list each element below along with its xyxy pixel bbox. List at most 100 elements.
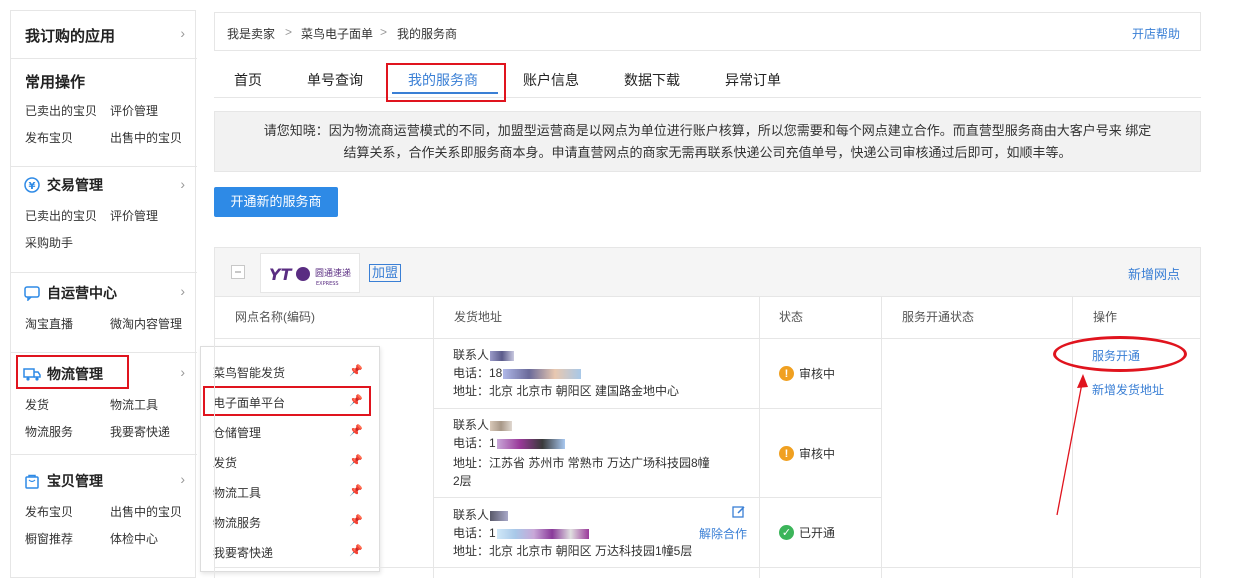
sidebar-link-reviews[interactable]: 评价管理 — [110, 102, 158, 119]
divider — [881, 297, 882, 578]
chevron-right-icon[interactable]: › — [180, 364, 185, 380]
goods-title[interactable]: 宝贝管理 — [23, 471, 103, 491]
col-header-address: 发货地址 — [454, 310, 503, 324]
purchased-apps-section[interactable]: 我订购的应用 › — [11, 11, 197, 59]
tab-home[interactable]: 首页 — [234, 70, 262, 90]
address-detail-cont: 2层 — [453, 474, 472, 488]
purchased-apps-title[interactable]: 我订购的应用 — [25, 25, 115, 46]
status-badge: ! 审核中 — [779, 445, 835, 462]
chevron-right-icon[interactable]: › — [180, 283, 185, 299]
annotation-box-tab — [386, 63, 506, 102]
col-header-status: 状态 — [779, 310, 804, 324]
status-badge: ! 审核中 — [779, 365, 835, 382]
chevron-right-icon[interactable]: › — [180, 471, 185, 487]
common-ops-title: 常用操作 — [25, 74, 86, 91]
tab-abnormal-orders[interactable]: 异常订单 — [725, 70, 781, 90]
redacted-mark — [503, 368, 582, 379]
address-detail: 地址：江苏省 苏州市 常熟市 万达广场科技园8幢 — [453, 456, 710, 470]
status-label: 已开通 — [799, 526, 836, 540]
divider — [433, 408, 882, 409]
breadcrumb-item-seller[interactable]: 我是卖家 — [227, 25, 275, 42]
sidebar-link-window[interactable]: 橱窗推荐 — [25, 530, 73, 547]
sidebar-link-send-express[interactable]: 我要寄快递 — [110, 423, 170, 440]
self-op-section: 自运营中心 › 淘宝直播 微淘内容管理 — [11, 273, 197, 353]
yto-logo: YT 圆通速递 EXPRESS — [260, 253, 360, 293]
warning-icon: ! — [779, 366, 794, 381]
sidebar-link-publish[interactable]: 发布宝贝 — [25, 129, 73, 146]
status-label: 审核中 — [799, 367, 836, 381]
tab-data-download[interactable]: 数据下载 — [624, 70, 680, 90]
annotation-ellipse — [1053, 336, 1187, 372]
sidebar-link-sold-items[interactable]: 已卖出的宝贝 — [25, 102, 97, 119]
redacted-mark — [496, 528, 589, 539]
col-header-actions: 操作 — [1093, 310, 1118, 324]
tab-account-info[interactable]: 账户信息 — [523, 70, 579, 90]
redacted-mark — [490, 420, 513, 431]
redacted-mark — [496, 438, 565, 449]
sidebar-link-sold-items[interactable]: 已卖出的宝贝 — [25, 207, 97, 224]
warning-icon: ! — [779, 446, 794, 461]
common-ops-section: 常用操作 已卖出的宝贝 评价管理 发布宝贝 出售中的宝贝 — [11, 59, 197, 167]
address-contact: 联系人 — [453, 346, 515, 364]
open-new-provider-button[interactable]: 开通新的服务商 — [214, 187, 338, 217]
tab-tracking-query[interactable]: 单号查询 — [307, 70, 363, 90]
address-phone: 电话：1 — [453, 434, 565, 452]
trade-title[interactable]: ¥ 交易管理 — [23, 175, 103, 195]
check-icon: ✓ — [779, 525, 794, 540]
provider-header: YT 圆通速递 EXPRESS 加盟 新增网点 — [214, 247, 1201, 297]
status-badge: ✓ 已开通 — [779, 524, 835, 541]
franchise-tag: 加盟 — [369, 264, 402, 282]
self-op-title-label: 自运营中心 — [47, 285, 117, 301]
logo-text: 圆通速递 — [315, 267, 351, 279]
chat-icon — [23, 284, 41, 302]
divider — [759, 297, 760, 578]
notice-line-2: 结算关系，合作关系即服务商本身。申请直营网点的商家无需再联系快递公司充值单号，快… — [343, 145, 1072, 160]
breadcrumb-separator: > — [380, 25, 388, 39]
goods-title-label: 宝贝管理 — [47, 473, 103, 489]
logo-sub: EXPRESS — [316, 281, 339, 287]
bag-icon — [23, 472, 41, 490]
breadcrumb-item-waybill[interactable]: 菜鸟电子面单 — [301, 25, 373, 42]
sidebar-link-reviews[interactable]: 评价管理 — [110, 207, 158, 224]
add-outlet-link[interactable]: 新增网点 — [1128, 264, 1180, 283]
breadcrumb-separator: > — [285, 25, 293, 39]
cancel-cooperation-link[interactable]: 解除合作 — [699, 525, 747, 542]
sidebar-link-on-sale[interactable]: 出售中的宝贝 — [110, 503, 182, 520]
logo-mark: YT — [269, 265, 293, 284]
svg-text:¥: ¥ — [29, 181, 36, 192]
divider — [215, 338, 1200, 339]
shop-help-link[interactable]: 开店帮助 — [1132, 25, 1180, 42]
tab-bar: 首页 单号查询 我的服务商 账户信息 数据下载 异常订单 — [214, 64, 1201, 98]
address-detail: 地址：北京 北京市 朝阳区 建国路金地中心 — [453, 384, 680, 398]
col-header-outlet: 网点名称(编码) — [235, 310, 315, 324]
notice-box: 请您知晓：因为物流商运营模式的不同，加盟型运营商是以网点为单位进行账户核算，所以… — [214, 111, 1201, 172]
sidebar-link-weitao[interactable]: 微淘内容管理 — [110, 315, 182, 332]
breadcrumb-item-providers: 我的服务商 — [397, 27, 458, 41]
status-label: 审核中 — [799, 447, 836, 461]
chevron-right-icon[interactable]: › — [180, 176, 185, 192]
chevron-right-icon[interactable]: › — [180, 25, 185, 41]
notice-line-1: 请您知晓：因为物流商运营模式的不同，加盟型运营商是以网点为单位进行账户核算，所以… — [263, 123, 1152, 138]
address-phone: 电话：18 — [453, 364, 582, 382]
sidebar-link-live[interactable]: 淘宝直播 — [25, 315, 73, 332]
collapse-checkbox[interactable] — [231, 265, 245, 279]
sidebar-link-ship[interactable]: 发货 — [25, 396, 49, 413]
sidebar-link-purchase-assistant[interactable]: 采购助手 — [25, 234, 73, 251]
edit-icon[interactable] — [732, 505, 746, 522]
sidebar-link-publish[interactable]: 发布宝贝 — [25, 503, 73, 520]
sidebar-link-logistics-service[interactable]: 物流服务 — [25, 423, 73, 440]
sidebar: 我订购的应用 › 常用操作 已卖出的宝贝 评价管理 发布宝贝 出售中的宝贝 ¥ … — [10, 10, 197, 578]
sidebar-link-checkup[interactable]: 体检中心 — [110, 530, 158, 547]
sidebar-link-logistics-tools[interactable]: 物流工具 — [110, 396, 158, 413]
divider — [433, 297, 434, 578]
trade-section: ¥ 交易管理 › 已卖出的宝贝 评价管理 采购助手 — [11, 167, 197, 273]
address-contact: 联系人 — [453, 506, 509, 524]
breadcrumb: 我是卖家 > 菜鸟电子面单 > 我的服务商 开店帮助 — [214, 12, 1201, 51]
goods-section: 宝贝管理 › 发布宝贝 出售中的宝贝 橱窗推荐 体检中心 — [11, 455, 197, 565]
self-op-title[interactable]: 自运营中心 — [23, 283, 117, 303]
trade-title-label: 交易管理 — [47, 177, 103, 193]
trade-icon: ¥ — [23, 176, 41, 194]
annotation-box-logistics — [16, 355, 129, 389]
add-shipping-address-link[interactable]: 新增发货地址 — [1092, 381, 1164, 398]
sidebar-link-on-sale[interactable]: 出售中的宝贝 — [110, 129, 182, 146]
